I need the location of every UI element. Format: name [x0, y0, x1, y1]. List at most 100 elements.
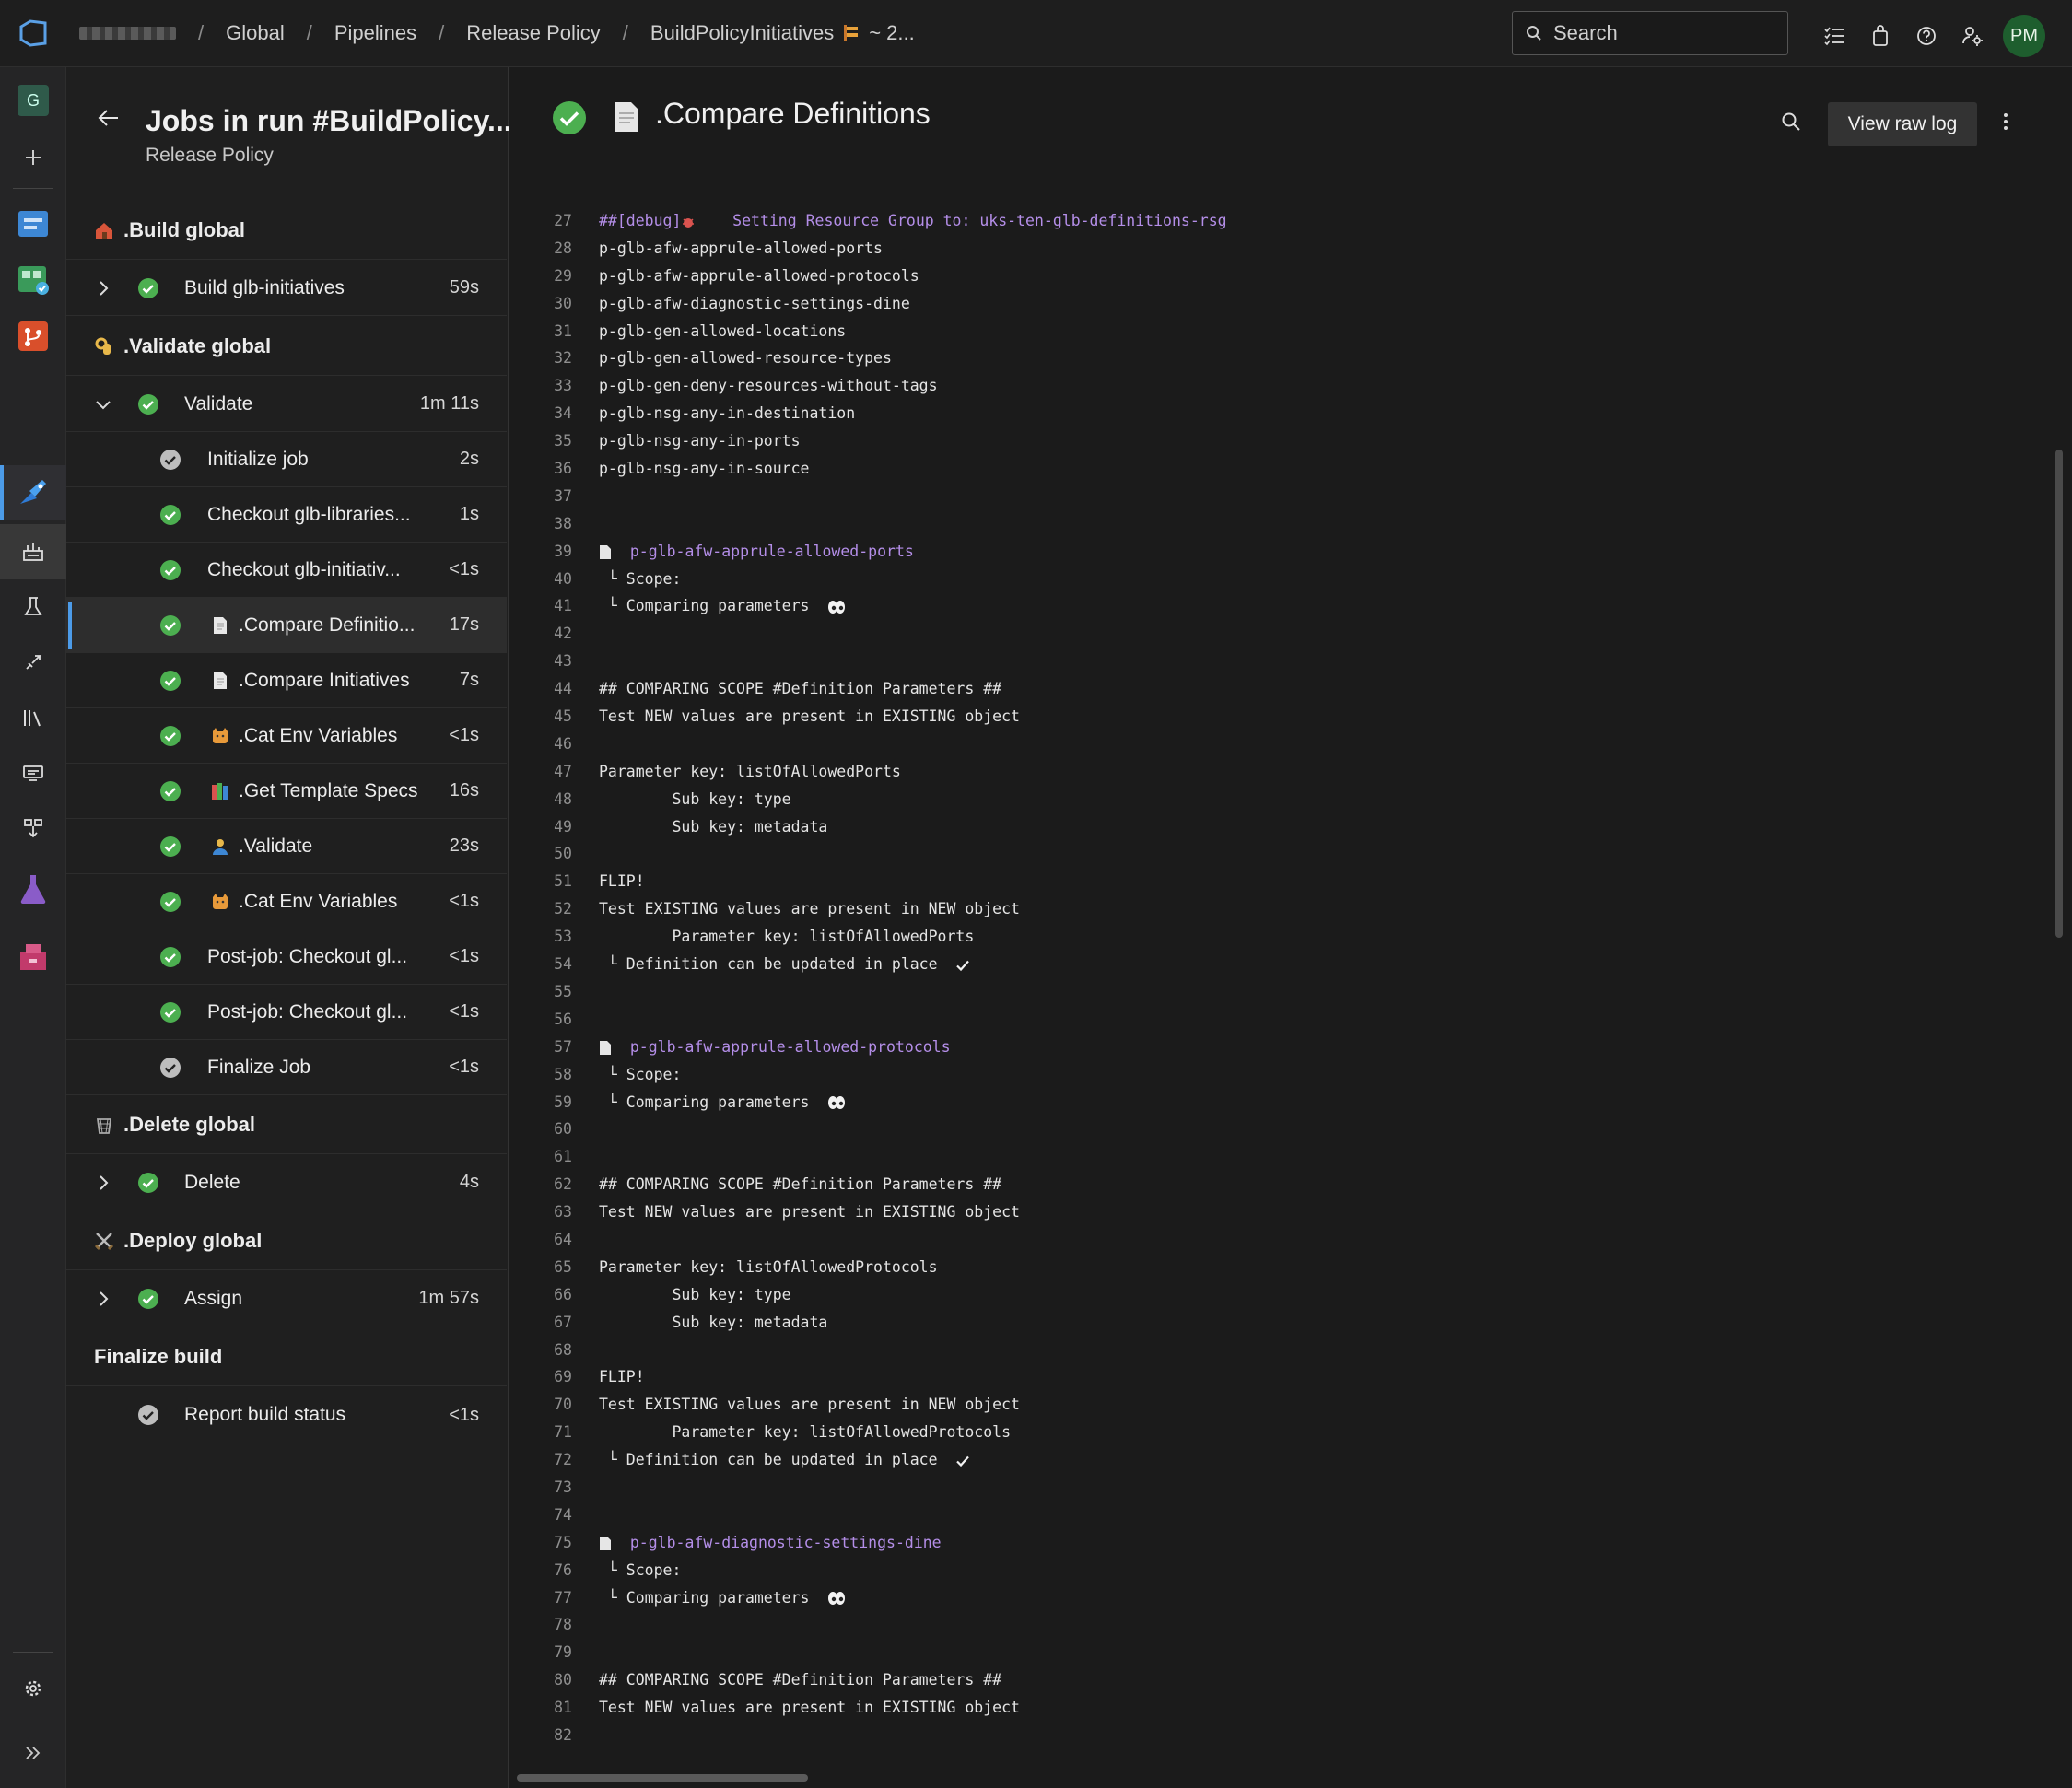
- log-line-text: p-glb-nsg-any-in-source: [599, 460, 810, 478]
- releases-icon[interactable]: [0, 635, 66, 690]
- step-row[interactable]: .Cat Env Variables <1s: [66, 874, 507, 929]
- chevron-right-icon[interactable]: [94, 279, 112, 298]
- step-row[interactable]: Checkout glb-libraries... 1s: [66, 487, 507, 543]
- log-line: 34 p-glb-nsg-any-in-destination: [509, 400, 2039, 427]
- eyes-emoji-icon: [828, 1592, 846, 1606]
- success-check-icon: [553, 101, 586, 134]
- log-search-icon[interactable]: [1781, 111, 1801, 136]
- step-row[interactable]: Checkout glb-initiativ... <1s: [66, 543, 507, 598]
- horizontal-scrollbar[interactable]: [517, 1774, 808, 1782]
- library-icon[interactable]: [0, 690, 66, 745]
- log-line: 41 └ Comparing parameters: [509, 592, 2039, 620]
- help-icon[interactable]: [1903, 18, 1949, 54]
- step-row[interactable]: .Validate 23s: [66, 819, 507, 874]
- log-line: 56: [509, 1006, 2039, 1034]
- breadcrumb-pipeline[interactable]: Release Policy: [466, 21, 601, 45]
- log-line: 66 Sub key: type: [509, 1281, 2039, 1309]
- log-line-number: 40: [554, 569, 572, 588]
- log-line-number: 68: [554, 1340, 572, 1359]
- log-line: 79: [509, 1639, 2039, 1666]
- breadcrumb-org-redacted[interactable]: [79, 27, 176, 40]
- boards-icon[interactable]: [0, 251, 66, 307]
- log-line-text: p-glb-afw-diagnostic-settings-dine: [599, 294, 910, 312]
- job-row[interactable]: Validate 1m 11s: [66, 377, 507, 432]
- log-line-number: 38: [554, 514, 572, 532]
- breadcrumb-run-suffix[interactable]: ~ 2...: [869, 21, 915, 45]
- job-row[interactable]: Report build status <1s: [66, 1387, 507, 1443]
- log-line-number: 50: [554, 845, 572, 863]
- log-line-number: 67: [554, 1313, 572, 1331]
- add-icon[interactable]: [0, 130, 66, 185]
- project-settings-gear-icon[interactable]: [0, 1661, 66, 1716]
- overview-icon[interactable]: [0, 196, 66, 251]
- log-line: 60: [509, 1116, 2039, 1143]
- breadcrumb-run[interactable]: BuildPolicyInitiatives: [650, 21, 834, 45]
- expand-rail-chevron-icon[interactable]: [0, 1725, 66, 1781]
- more-options-icon[interactable]: [2002, 111, 2009, 136]
- pipelines-runs-icon[interactable]: [0, 524, 66, 579]
- step-row[interactable]: Post-job: Checkout gl... <1s: [66, 985, 507, 1040]
- log-line-number: 35: [554, 432, 572, 450]
- step-row[interactable]: .Compare Initiatives 7s: [66, 653, 507, 708]
- job-row[interactable]: Delete 4s: [66, 1155, 507, 1210]
- job-row[interactable]: Build glb-initiatives 59s: [66, 261, 507, 316]
- success-check-icon: [138, 1172, 158, 1193]
- artifacts-icon[interactable]: [0, 929, 66, 985]
- azure-devops-logo-icon[interactable]: [0, 0, 66, 67]
- log-line-number: 31: [554, 321, 572, 340]
- log-line-number: 79: [554, 1643, 572, 1662]
- success-check-icon: [160, 891, 181, 912]
- log-line: 47 Parameter key: listOfAllowedPorts: [509, 758, 2039, 786]
- log-line-text: └ Comparing parameters: [599, 1584, 846, 1612]
- back-arrow-icon[interactable]: [98, 108, 120, 133]
- page-emoji-icon: [615, 102, 638, 132]
- log-line: 74: [509, 1502, 2039, 1529]
- search-input[interactable]: Search: [1512, 11, 1788, 55]
- vertical-scrollbar[interactable]: [2055, 450, 2063, 938]
- log-line-text: p-glb-gen-allowed-locations: [599, 321, 847, 340]
- log-line-definition: p-glb-afw-apprule-allowed-ports: [599, 538, 914, 566]
- success-check-icon: [160, 780, 181, 801]
- job-row[interactable]: Assign 1m 57s: [66, 1271, 507, 1326]
- pipelines-icon[interactable]: [0, 465, 66, 520]
- repos-icon[interactable]: [0, 309, 66, 364]
- breadcrumb-project[interactable]: Global: [226, 21, 285, 45]
- log-line: 72 └ Definition can be updated in place: [509, 1446, 2039, 1474]
- step-row[interactable]: Post-job: Checkout gl... <1s: [66, 929, 507, 985]
- log-line-text: p-glb-afw-apprule-allowed-protocols: [599, 266, 919, 285]
- chevron-right-icon[interactable]: [94, 1174, 112, 1192]
- log-line: 46: [509, 730, 2039, 758]
- shopping-bag-icon[interactable]: [1857, 18, 1903, 54]
- view-raw-log-button[interactable]: View raw log: [1828, 102, 1977, 146]
- log-content[interactable]: 27 ##[debug] Setting Resource Group to: u…: [509, 207, 2039, 1749]
- step-row[interactable]: Finalize Job <1s: [66, 1040, 507, 1095]
- step-row[interactable]: .Get Template Specs 16s: [66, 764, 507, 819]
- step-row[interactable]: .Cat Env Variables <1s: [66, 708, 507, 764]
- crossed-swords-emoji-icon: [94, 1232, 114, 1250]
- success-check-icon: [138, 393, 158, 415]
- chevron-down-icon[interactable]: [94, 395, 112, 414]
- deployment-groups-icon[interactable]: [0, 801, 66, 856]
- log-line-number: 37: [554, 486, 572, 505]
- user-settings-icon[interactable]: [1949, 18, 1996, 54]
- search-icon: [1527, 26, 1541, 41]
- org-project-switcher[interactable]: G: [0, 73, 66, 128]
- log-line-text: Test EXISTING values are present in NEW …: [599, 1396, 1020, 1414]
- task-list-icon[interactable]: [1811, 18, 1857, 54]
- success-check-icon: [160, 559, 181, 580]
- breadcrumb-pipelines[interactable]: Pipelines: [334, 21, 416, 45]
- log-line-text: Sub key: metadata: [599, 817, 828, 836]
- chevron-right-icon[interactable]: [94, 1290, 112, 1308]
- log-line-number: 33: [554, 377, 572, 395]
- breadcrumb: / Global / Pipelines / Release Policy / …: [79, 21, 915, 45]
- test-plans-icon[interactable]: [0, 861, 66, 917]
- log-line: 27 ##[debug] Setting Resource Group to: u…: [509, 207, 2039, 235]
- environments-icon[interactable]: [0, 579, 66, 635]
- log-line: 37: [509, 483, 2039, 510]
- success-check-icon: [160, 614, 181, 636]
- step-row[interactable]: Initialize job 2s: [66, 432, 507, 487]
- step-row-selected[interactable]: .Compare Definitio... 17s: [66, 598, 507, 653]
- log-line: 43: [509, 648, 2039, 675]
- task-groups-icon[interactable]: [0, 745, 66, 801]
- user-avatar[interactable]: PM: [2003, 15, 2045, 57]
